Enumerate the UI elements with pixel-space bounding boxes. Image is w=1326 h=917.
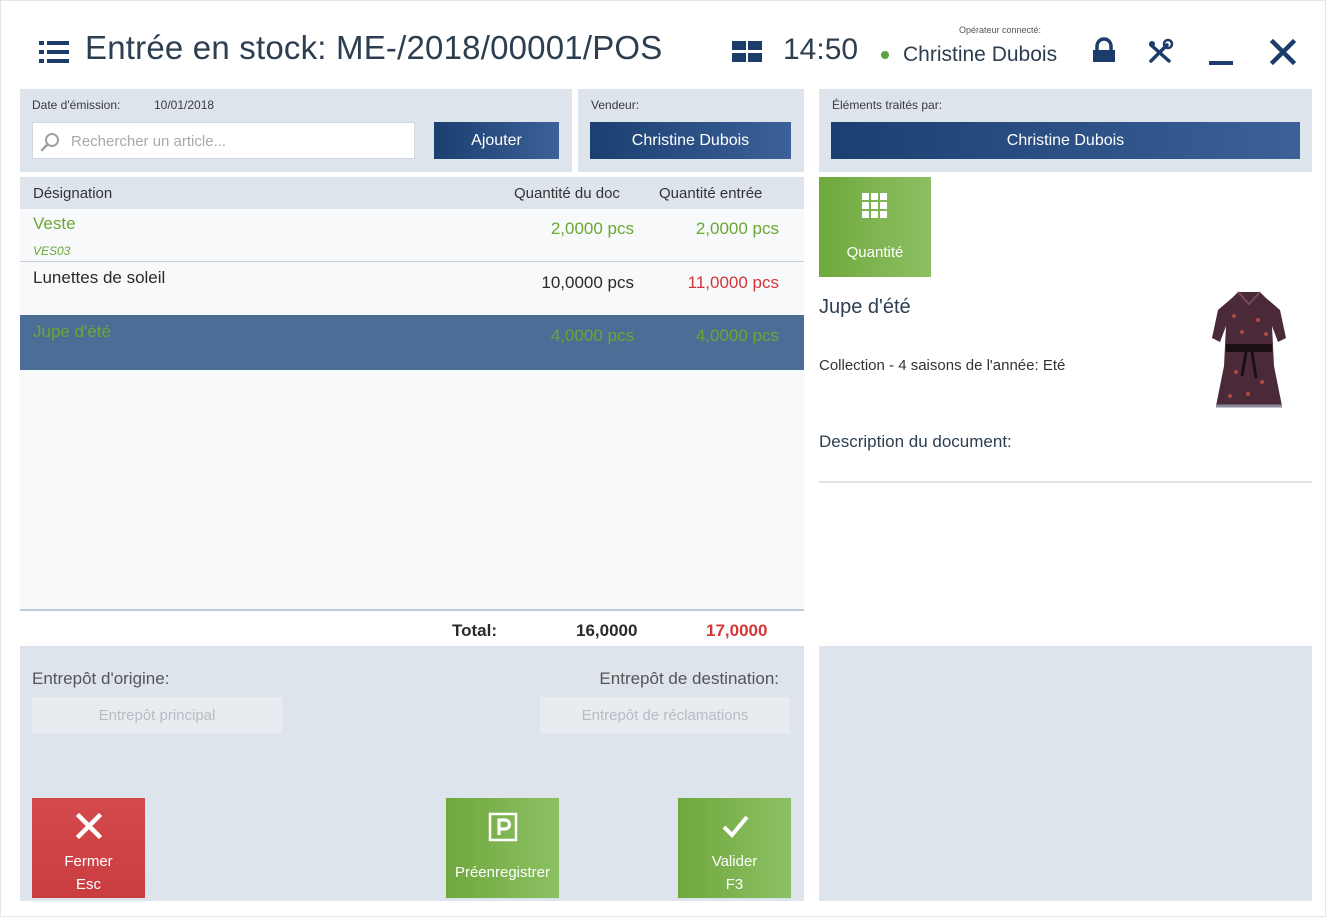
operator-name[interactable]: Christine Dubois (903, 43, 1057, 67)
issue-date-value: 10/01/2018 (154, 98, 215, 112)
table-row-selected[interactable]: Jupe d'été 4,0000 pcs 4,0000 pcs (20, 315, 804, 370)
operator-label: Opérateur connecté: (959, 25, 1042, 35)
destination-warehouse-label: Entrepôt de destination: (599, 669, 779, 688)
preregister-button[interactable]: Préenregistrer (446, 798, 559, 898)
handled-by-label: Éléments traités par: (832, 98, 943, 112)
seller-button[interactable]: Christine Dubois (590, 122, 791, 159)
parking-p-icon (488, 812, 517, 842)
item-qty-in: 11,0000 pcs (687, 273, 779, 292)
totals-row: Total: 16,0000 17,0000 (20, 609, 804, 646)
handled-by-button[interactable]: Christine Dubois (831, 122, 1300, 159)
menu-icon[interactable] (39, 39, 69, 65)
items-table: Veste VES03 2,0000 pcs 2,0000 pcs Lunett… (20, 209, 804, 609)
lock-icon[interactable] (1087, 35, 1121, 69)
table-header: Désignation Quantité du doc Quantité ent… (20, 177, 804, 209)
search-input[interactable] (71, 130, 401, 152)
document-description-label: Description du document: (819, 432, 1012, 451)
validate-button-label: Valider (711, 853, 758, 870)
close-button-shortcut: Esc (75, 876, 101, 893)
column-header-designation[interactable]: Désignation (33, 185, 112, 202)
checkmark-icon (722, 815, 749, 838)
clock: 14:50 (783, 33, 859, 66)
search-icon (40, 133, 59, 152)
close-button-label: Fermer (64, 853, 113, 870)
close-x-icon (75, 812, 102, 840)
seller-label: Vendeur: (591, 98, 640, 112)
online-status-icon (881, 51, 889, 59)
destination-warehouse-button: Entrepôt de réclamations (540, 697, 790, 734)
validate-button-shortcut: F3 (725, 876, 744, 893)
item-qty-doc: 10,0000 pcs (541, 273, 634, 292)
validate-button[interactable]: Valider F3 (678, 798, 791, 898)
minimize-icon[interactable] (1205, 35, 1239, 69)
preregister-button-label: Préenregistrer (454, 864, 551, 881)
item-qty-doc: 2,0000 pcs (550, 219, 634, 238)
quantity-button[interactable]: Quantité (819, 177, 931, 277)
total-label: Total: (452, 621, 498, 640)
product-name: Jupe d'été (819, 296, 911, 318)
divider (819, 481, 1312, 483)
item-name: Lunettes de soleil (33, 268, 166, 287)
total-qty-in: 17,0000 (706, 621, 768, 640)
close-icon[interactable] (1266, 35, 1300, 69)
issue-date-label: Date d'émission: (32, 98, 121, 112)
product-collection: Collection - 4 saisons de l'année: Eté (819, 357, 1066, 374)
table-row[interactable]: Veste VES03 2,0000 pcs 2,0000 pcs (20, 209, 804, 262)
header: Entrée en stock: ME-/2018/00001/POS 14:5… (1, 1, 1326, 89)
keypad-icon (862, 193, 887, 218)
column-header-qty-doc[interactable]: Quantité du doc (514, 185, 638, 202)
search-field[interactable] (32, 122, 415, 159)
add-button[interactable]: Ajouter (434, 122, 559, 159)
page-title: Entrée en stock: ME-/2018/00001/POS (85, 29, 663, 66)
item-qty-in: 2,0000 pcs (695, 219, 779, 238)
quantity-button-label: Quantité (846, 244, 904, 261)
right-bottom-panel (819, 646, 1312, 901)
total-qty-doc: 16,0000 (576, 621, 638, 640)
app-window: Entrée en stock: ME-/2018/00001/POS 14:5… (0, 0, 1326, 917)
dashboard-grid-icon[interactable] (732, 41, 762, 63)
item-qty-doc: 4,0000 pcs (550, 326, 634, 345)
item-code: VES03 (33, 244, 71, 258)
warehouse-panel: Entrepôt d'origine: Entrepôt principal E… (20, 646, 804, 901)
close-button[interactable]: Fermer Esc (32, 798, 145, 898)
item-name: Jupe d'été (33, 322, 111, 341)
origin-warehouse-button: Entrepôt principal (32, 697, 282, 734)
column-header-qty-in[interactable]: Quantité entrée (659, 185, 762, 202)
tools-icon[interactable] (1143, 35, 1177, 69)
origin-warehouse-label: Entrepôt d'origine: (32, 669, 170, 688)
item-name: Veste (33, 214, 76, 233)
item-qty-in: 4,0000 pcs (695, 326, 779, 345)
product-image (1212, 291, 1286, 408)
table-row[interactable]: Lunettes de soleil 10,0000 pcs 11,0000 p… (20, 263, 804, 315)
